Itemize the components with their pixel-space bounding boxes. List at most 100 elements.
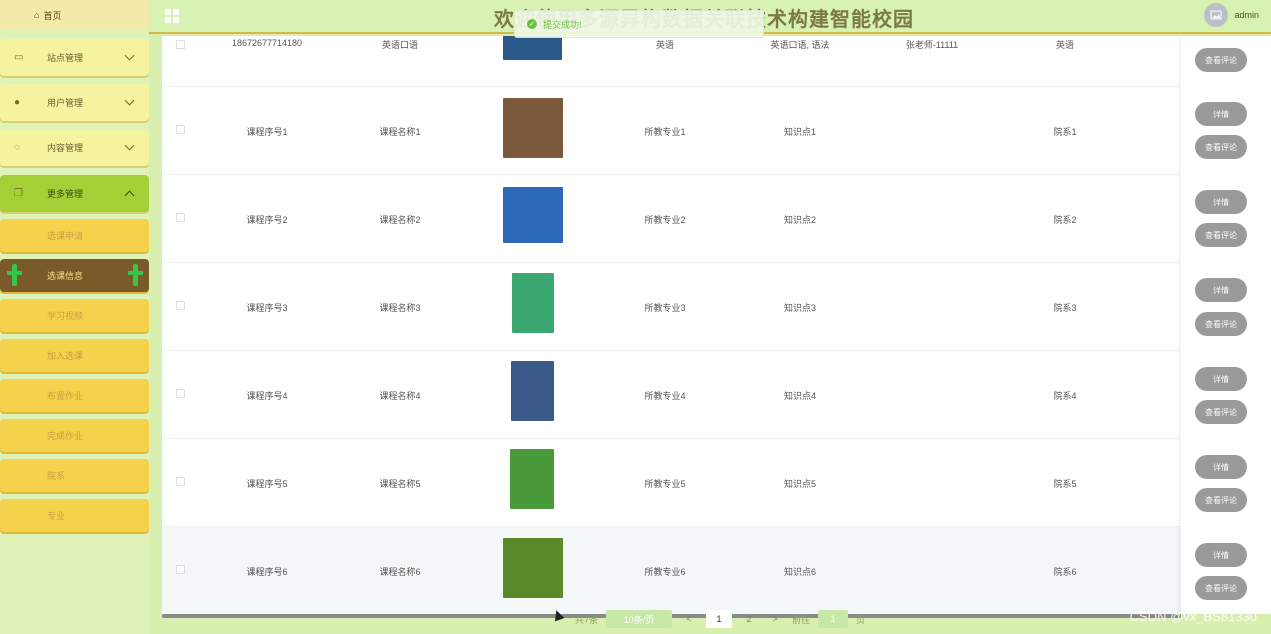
submenu-course-application[interactable]: 选课申请 bbox=[0, 219, 149, 252]
copy-icon: ❐ bbox=[14, 188, 23, 199]
course-cover bbox=[502, 36, 563, 70]
menu-more-management[interactable]: ❐ 更多管理 bbox=[0, 175, 149, 212]
submenu-major[interactable]: 专业 bbox=[0, 499, 149, 532]
operations-column: 查看评论 详情 查看评论 详情 查看评论 详情 查看评论 详情 查看评论 详情 … bbox=[1181, 36, 1271, 614]
check-icon: ✓ bbox=[527, 19, 537, 29]
menu-label: 内容管理 bbox=[47, 143, 84, 153]
sidebar-home-label: 首页 bbox=[43, 10, 62, 21]
avatar bbox=[1204, 3, 1229, 27]
cell-course-name: 课程名称5 bbox=[379, 479, 421, 489]
goto-page-input[interactable]: 1 bbox=[818, 610, 849, 628]
row-checkbox[interactable] bbox=[176, 40, 185, 49]
row-checkbox[interactable] bbox=[176, 213, 185, 222]
course-cover bbox=[502, 538, 563, 598]
submenu-label: 学习视频 bbox=[47, 311, 84, 321]
grid-menu-icon[interactable] bbox=[165, 9, 179, 23]
page-suffix: 页 bbox=[856, 614, 866, 625]
cell-course-no: 课程序号4 bbox=[246, 391, 288, 401]
menu-label: 站点管理 bbox=[47, 53, 84, 63]
submenu-label: 选课信息 bbox=[47, 271, 84, 281]
next-page-button[interactable]: > bbox=[766, 610, 784, 628]
chevron-up-icon bbox=[124, 190, 135, 201]
menu-label: 用户管理 bbox=[47, 98, 84, 108]
page-size-select[interactable]: 10条/页 bbox=[606, 610, 673, 628]
view-comments-button[interactable]: 查看评论 bbox=[1195, 48, 1247, 72]
submenu-label: 完成作业 bbox=[47, 431, 84, 441]
cell-dept: 院系3 bbox=[1053, 303, 1077, 313]
cell-dept: 院系4 bbox=[1053, 391, 1077, 401]
submenu-label: 布置作业 bbox=[47, 391, 84, 401]
menu-label: 更多管理 bbox=[47, 189, 84, 199]
submenu-study-video[interactable]: 学习视频 bbox=[0, 299, 149, 332]
row-checkbox[interactable] bbox=[176, 477, 185, 486]
table-row[interactable]: 18672677714180 英语口语 英语 英语口语, 语法 张老师-1111… bbox=[162, 36, 1181, 87]
chevron-down-icon bbox=[124, 50, 135, 61]
row-checkbox[interactable] bbox=[176, 565, 185, 574]
detail-button[interactable]: 详情 bbox=[1195, 367, 1247, 391]
toast-message: 提交成功! bbox=[543, 19, 582, 30]
cell-course-no: 课程序号5 bbox=[246, 479, 288, 489]
detail-button[interactable]: 详情 bbox=[1195, 102, 1247, 126]
submenu-label: 加入选课 bbox=[47, 351, 84, 361]
page-1-button[interactable]: 1 bbox=[706, 610, 733, 628]
view-comments-button[interactable]: 查看评论 bbox=[1195, 400, 1247, 424]
cell-course-no: 课程序号3 bbox=[246, 303, 288, 313]
cell-dept: 院系1 bbox=[1053, 127, 1077, 137]
table-row[interactable]: 课程序号3 课程名称3 所教专业3 知识点3 院系3 bbox=[162, 263, 1181, 351]
detail-button[interactable]: 详情 bbox=[1195, 455, 1247, 479]
menu-user-management[interactable]: ● 用户管理 bbox=[0, 84, 149, 121]
view-comments-button[interactable]: 查看评论 bbox=[1195, 576, 1247, 600]
course-table: 18672677714180 英语口语 英语 英语口语, 语法 张老师-1111… bbox=[162, 36, 1181, 614]
table-row[interactable]: 课程序号6 课程名称6 所教专业6 知识点6 院系6 bbox=[162, 527, 1181, 614]
menu-content-management[interactable]: ◌ 内容管理 bbox=[0, 129, 149, 166]
submenu-join-course[interactable]: 加入选课 bbox=[0, 339, 149, 372]
table-row[interactable]: 课程序号2 课程名称2 所教专业2 知识点2 院系2 bbox=[162, 175, 1181, 263]
view-comments-button[interactable]: 查看评论 bbox=[1195, 135, 1247, 159]
cell-major: 所教专业4 bbox=[644, 391, 686, 401]
cell-knowledge: 知识点1 bbox=[783, 127, 816, 137]
table-row[interactable]: 课程序号5 课程名称5 所教专业5 知识点5 院系5 bbox=[162, 439, 1181, 527]
cell-course-no: 课程序号2 bbox=[246, 215, 288, 225]
view-comments-button[interactable]: 查看评论 bbox=[1195, 488, 1247, 512]
watermark: CSDN @vx_BS81330 bbox=[1129, 609, 1257, 624]
chevron-down-icon bbox=[124, 95, 135, 106]
detail-button[interactable]: 详情 bbox=[1195, 190, 1247, 214]
sidebar-home[interactable]: ⌂ 首页 bbox=[0, 0, 149, 30]
cell-course-name: 课程名称4 bbox=[379, 391, 421, 401]
submenu-assign-homework[interactable]: 布置作业 bbox=[0, 379, 149, 412]
row-checkbox[interactable] bbox=[176, 301, 185, 310]
view-comments-button[interactable]: 查看评论 bbox=[1195, 312, 1247, 336]
goto-label: 前往 bbox=[792, 614, 811, 625]
view-comments-button[interactable]: 查看评论 bbox=[1195, 223, 1247, 247]
detail-button[interactable]: 详情 bbox=[1195, 543, 1247, 567]
cell-teacher: 张老师-11111 bbox=[905, 40, 959, 50]
detail-button[interactable]: 详情 bbox=[1195, 278, 1247, 302]
cell-knowledge: 英语口语, 语法 bbox=[770, 40, 830, 50]
submenu-finish-homework[interactable]: 完成作业 bbox=[0, 419, 149, 452]
sidebar: ⌂ 首页 ▭ 站点管理 ● 用户管理 ◌ 内容管理 ❐ 更多管理 选课申请 选课… bbox=[0, 0, 149, 634]
menu-site-management[interactable]: ▭ 站点管理 bbox=[0, 39, 149, 76]
submenu-department[interactable]: 院系 bbox=[0, 459, 149, 492]
chat-icon: ◌ bbox=[14, 142, 20, 153]
row-checkbox[interactable] bbox=[176, 389, 185, 398]
table-row[interactable]: 课程序号1 课程名称1 所教专业1 知识点1 院系1 bbox=[162, 87, 1181, 175]
cell-knowledge: 知识点5 bbox=[783, 479, 816, 489]
submenu-course-info[interactable]: 选课信息 bbox=[0, 259, 149, 292]
table-row[interactable]: 课程序号4 课程名称4 所教专业4 知识点4 院系4 bbox=[162, 351, 1181, 439]
cell-course-name: 课程名称3 bbox=[379, 303, 421, 313]
home-icon: ⌂ bbox=[34, 10, 40, 20]
cell-major: 所教专业5 bbox=[644, 479, 686, 489]
cell-knowledge: 知识点6 bbox=[783, 567, 816, 577]
cell-major: 所教专业2 bbox=[644, 215, 686, 225]
cactus-icon bbox=[6, 264, 22, 286]
user-menu[interactable]: admin bbox=[1204, 3, 1259, 27]
prev-page-button[interactable]: < bbox=[680, 610, 698, 628]
cell-knowledge: 知识点4 bbox=[783, 391, 816, 401]
page-2-button[interactable]: 2 bbox=[740, 610, 758, 628]
image-icon bbox=[1210, 10, 1222, 20]
course-cover bbox=[502, 187, 563, 247]
row-checkbox[interactable] bbox=[176, 125, 185, 134]
course-cover bbox=[502, 98, 563, 158]
course-cover bbox=[502, 273, 563, 333]
chevron-down-icon bbox=[124, 140, 135, 151]
